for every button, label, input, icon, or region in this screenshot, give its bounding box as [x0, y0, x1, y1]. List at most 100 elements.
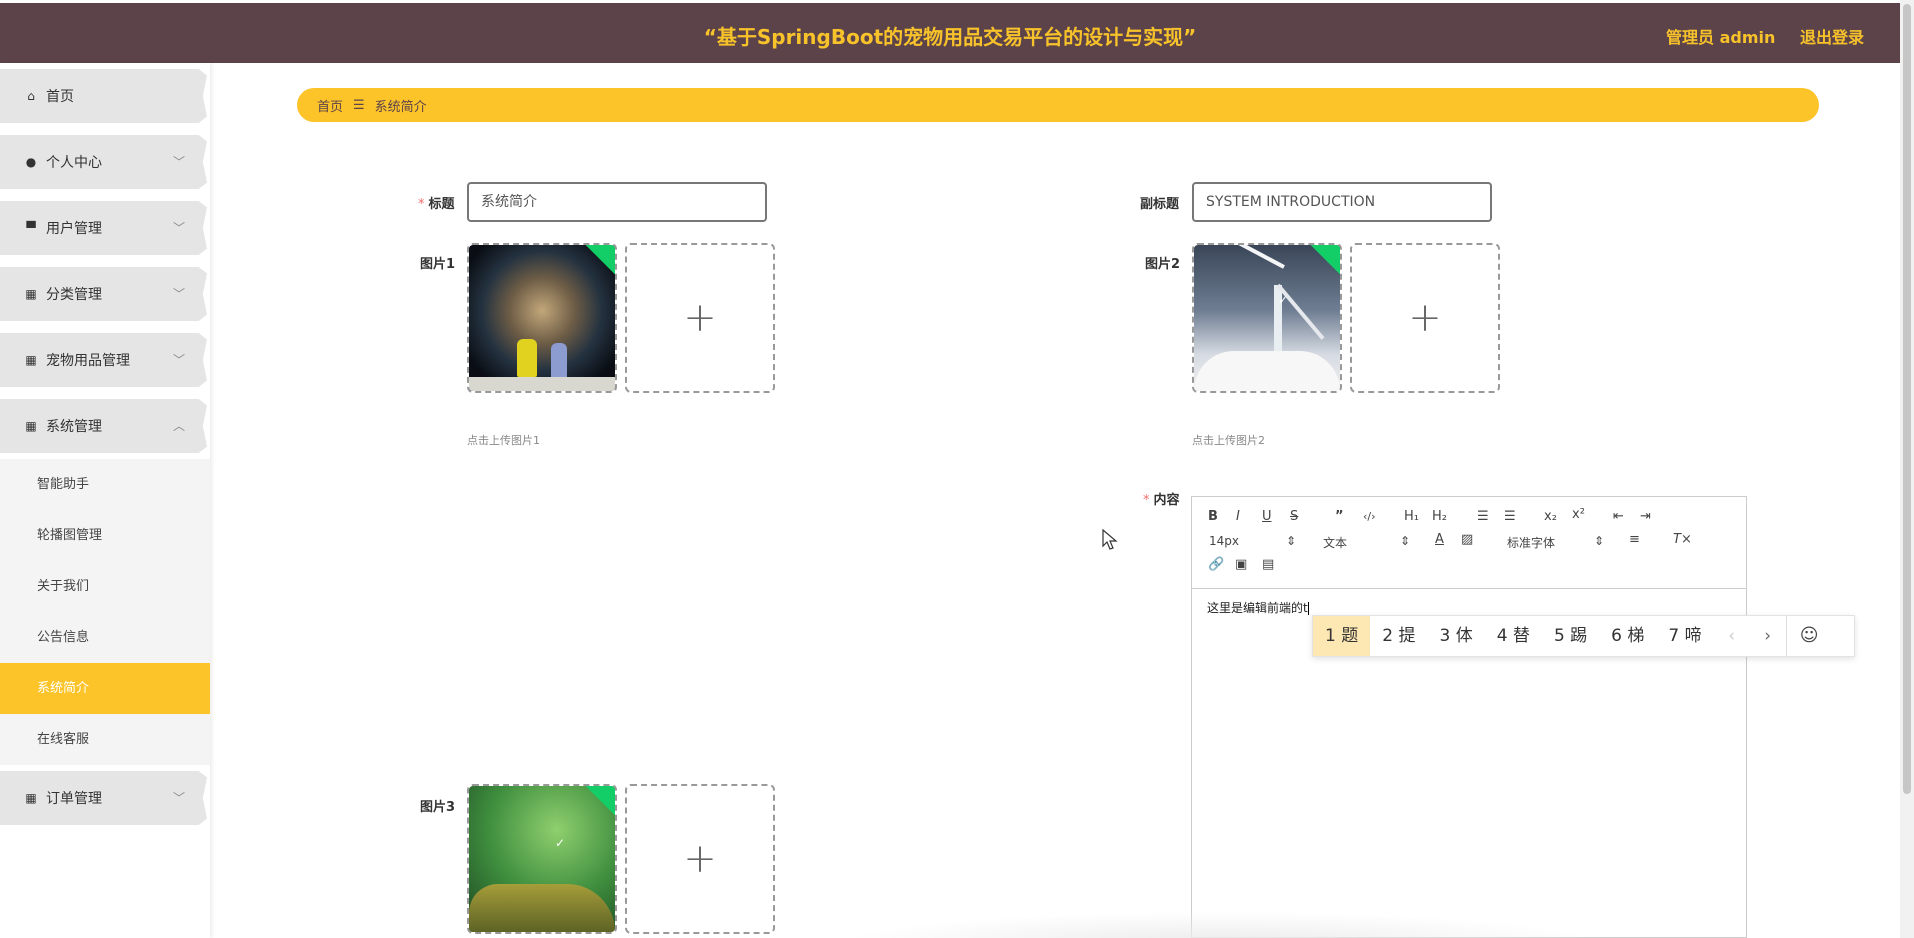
cloud-shape [1194, 351, 1340, 391]
mouse-cursor-icon [1102, 529, 1118, 550]
current-user: 管理员 admin [1666, 28, 1776, 47]
menu-head[interactable]: ▀ 用户管理 ﹀ [0, 201, 207, 255]
pic2-label: 图片2 [1145, 257, 1181, 272]
menu-head[interactable]: ● 个人中心 ﹀ [0, 135, 207, 189]
top-header: “基于SpringBoot的宠物用品交易平台的设计与实现” 管理员 admin … [0, 3, 1900, 63]
required-mark: * [1143, 493, 1150, 508]
superscript-icon[interactable]: x² [1572, 507, 1585, 522]
align-icon[interactable]: ≡ [1629, 532, 1640, 547]
underline-icon[interactable]: U [1262, 509, 1272, 524]
image-icon[interactable]: ▣ [1235, 557, 1247, 572]
sidebar-item-pet-supplies[interactable]: ▦ 宠物用品管理 ﹀ [0, 327, 210, 393]
title-input[interactable]: 系统简介 [467, 182, 767, 222]
menu-head[interactable]: ▦ 系统管理 ︿ [0, 399, 207, 453]
ime-candidate[interactable]: 7 啼 [1656, 616, 1713, 656]
submenu-item-intro[interactable]: 系统简介 [0, 663, 210, 714]
chevron-down-icon: ﹀ [172, 155, 185, 169]
font-family-select[interactable]: 标准字体 [1507, 534, 1555, 551]
menu-icon: ☰ [353, 97, 365, 113]
ime-candidate[interactable]: 6 梯 [1599, 616, 1656, 656]
video-icon[interactable]: ▤ [1262, 557, 1274, 572]
subscript-icon[interactable]: x₂ [1544, 509, 1557, 524]
pic3-upload-button[interactable]: + [625, 784, 775, 934]
pic2-thumbnail[interactable]: ✓ [1192, 243, 1342, 393]
ime-candidate[interactable]: 3 体 [1427, 616, 1484, 656]
submenu-item-about[interactable]: 关于我们 [0, 561, 210, 612]
submenu-item-assistant[interactable]: 智能助手 [0, 459, 210, 510]
outdent-icon[interactable]: ⇤ [1613, 509, 1624, 524]
chevron-updown-icon: ⇕ [1400, 534, 1411, 548]
menu-head[interactable]: ⌂ 首页 [0, 69, 207, 123]
emoji-icon[interactable]: ☺ [1785, 616, 1832, 656]
vertical-scrollbar[interactable] [1900, 0, 1914, 938]
breadcrumb-current: 系统简介 [374, 99, 427, 115]
quote-icon[interactable]: ” [1335, 509, 1344, 524]
turbine-blade [1212, 245, 1285, 269]
content-label: * 内容 [1143, 493, 1180, 508]
user-icon: ● [25, 155, 37, 169]
menu-head[interactable]: ▦ 宠物用品管理 ﹀ [0, 333, 207, 387]
rich-text-editor[interactable]: B I U S ” ‹/› H₁ H₂ ☰ ☰ x₂ x² ⇤ ⇥ 14px ⇕… [1191, 496, 1747, 938]
pic1-thumbnail[interactable] [467, 243, 617, 393]
link-icon[interactable]: 🔗 [1208, 557, 1224, 572]
sidebar-item-orders[interactable]: ▦ 订单管理 ﹀ [0, 765, 210, 831]
sidebar-item-label: 首页 [46, 89, 74, 105]
indent-icon[interactable]: ⇥ [1640, 509, 1651, 524]
pic3-thumbnail[interactable]: ✓ [467, 784, 617, 934]
ime-candidate[interactable]: 1 题 [1313, 616, 1371, 656]
strike-icon[interactable]: S [1290, 509, 1298, 524]
page: “基于SpringBoot的宠物用品交易平台的设计与实现” 管理员 admin … [0, 0, 1914, 938]
sidebar-item-users[interactable]: ▀ 用户管理 ﹀ [0, 195, 210, 261]
breadcrumb-home[interactable]: 首页 [317, 96, 343, 115]
ime-candidate-bar: 1 题 2 提 3 体 4 替 5 踢 6 梯 7 啼 ‹ › ☺ [1312, 615, 1855, 657]
editor-content[interactable]: 这里是编辑前端的t [1207, 599, 1309, 616]
submenu-item-carousel[interactable]: 轮播图管理 [0, 510, 210, 561]
chevron-updown-icon: ⇕ [1594, 534, 1605, 548]
subtitle-input[interactable]: SYSTEM INTRODUCTION [1192, 182, 1492, 222]
figure-shape [551, 343, 567, 379]
submenu-item-notice[interactable]: 公告信息 [0, 612, 210, 663]
editor-toolbar: B I U S ” ‹/› H₁ H₂ ☰ ☰ x₂ x² ⇤ ⇥ 14px ⇕… [1192, 497, 1746, 589]
font-color-icon[interactable]: A [1435, 532, 1444, 547]
ime-next-icon[interactable]: › [1750, 626, 1786, 646]
bg-color-icon[interactable]: ▨ [1461, 532, 1473, 547]
menu-head[interactable]: ▦ 订单管理 ﹀ [0, 771, 207, 825]
sidebar-item-label: 宠物用品管理 [46, 353, 130, 369]
grid-icon: ▦ [25, 287, 37, 301]
ordered-list-icon[interactable]: ☰ [1477, 509, 1489, 524]
logout-link[interactable]: 退出登录 [1800, 24, 1864, 48]
submenu-item-service[interactable]: 在线客服 [0, 714, 210, 765]
pic2-upload-button[interactable]: + [1350, 243, 1500, 393]
h2-icon[interactable]: H₂ [1432, 509, 1447, 524]
sidebar-item-system[interactable]: ▦ 系统管理 ︿ [0, 393, 210, 459]
system-submenu: 智能助手 轮播图管理 关于我们 公告信息 系统简介 在线客服 [0, 459, 210, 765]
figure-shape [517, 339, 537, 377]
italic-icon[interactable]: I [1236, 509, 1240, 524]
pic1-hint: 点击上传图片1 [467, 434, 540, 447]
breadcrumb: 首页 ☰ 系统简介 [297, 88, 1819, 122]
sidebar-item-personal[interactable]: ● 个人中心 ﹀ [0, 129, 210, 195]
sidebar-item-home[interactable]: ⌂ 首页 [0, 63, 210, 129]
sidebar-item-category[interactable]: ▦ 分类管理 ﹀ [0, 261, 210, 327]
grid-icon: ▦ [25, 791, 37, 805]
clear-format-icon[interactable]: T× [1673, 532, 1692, 547]
chevron-down-icon: ﹀ [172, 221, 185, 235]
h1-icon[interactable]: H₁ [1404, 509, 1419, 524]
sidebar-item-label: 分类管理 [46, 287, 102, 303]
sidebar-item-label: 用户管理 [46, 221, 102, 237]
required-mark: * [418, 197, 425, 212]
ime-candidate[interactable]: 4 替 [1485, 616, 1542, 656]
menu-head[interactable]: ▦ 分类管理 ﹀ [0, 267, 207, 321]
ime-candidate[interactable]: 2 提 [1370, 616, 1427, 656]
moss-shape [469, 884, 615, 932]
pic1-upload-button[interactable]: + [625, 243, 775, 393]
paragraph-select[interactable]: 文本 [1323, 534, 1347, 551]
code-icon[interactable]: ‹/› [1363, 510, 1376, 523]
home-icon: ⌂ [27, 89, 35, 103]
scrollbar-thumb[interactable] [1903, 4, 1911, 794]
bold-icon[interactable]: B [1208, 509, 1218, 524]
font-size-select[interactable]: 14px [1209, 534, 1239, 548]
bullet-list-icon[interactable]: ☰ [1504, 509, 1516, 524]
ime-prev-icon[interactable]: ‹ [1714, 626, 1750, 646]
ime-candidate[interactable]: 5 踢 [1542, 616, 1599, 656]
